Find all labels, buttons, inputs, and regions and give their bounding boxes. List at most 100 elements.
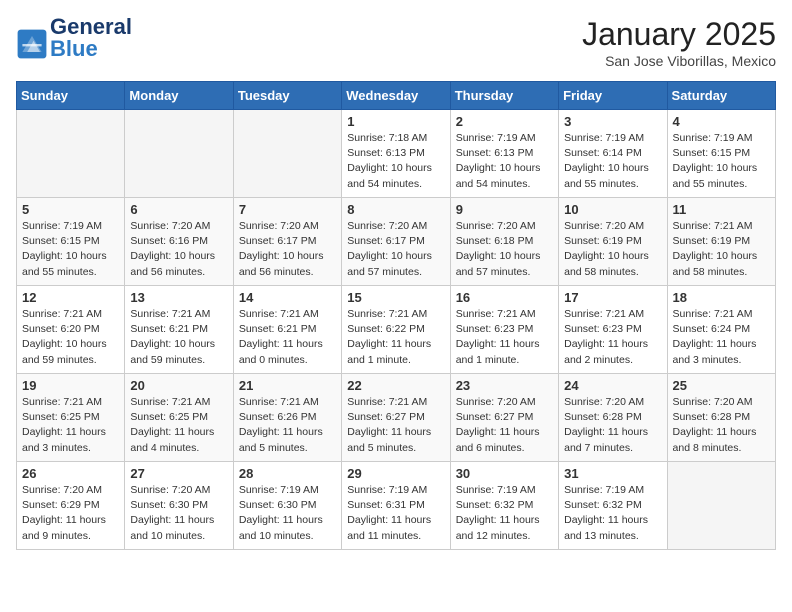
day-number: 5 [22,202,119,217]
day-number: 13 [130,290,227,305]
day-info: Sunrise: 7:21 AM Sunset: 6:25 PM Dayligh… [130,395,227,456]
calendar-cell: 31Sunrise: 7:19 AM Sunset: 6:32 PM Dayli… [559,462,667,550]
calendar-week-row: 19 Sunrise: 7:21 AM Sunset: 6:25 PM Dayli… [17,374,776,462]
day-of-week-header: Thursday [450,82,558,110]
calendar-cell: 2 Sunrise: 7:19 AM Sunset: 6:13 PM Daylig… [450,110,558,198]
calendar-cell: 29Sunrise: 7:19 AM Sunset: 6:31 PM Dayli… [342,462,450,550]
day-of-week-header: Monday [125,82,233,110]
day-number: 21 [239,378,336,393]
day-number: 20 [130,378,227,393]
calendar-cell: 21 Sunrise: 7:21 AM Sunset: 6:26 PM Dayli… [233,374,341,462]
day-number: 27 [130,466,227,481]
day-info: Sunrise: 7:21 AM Sunset: 6:21 PM Dayligh… [239,307,336,368]
day-number: 28 [239,466,336,481]
title-block: January 2025 San Jose Viborillas, Mexico [582,16,776,69]
day-info: Sunrise: 7:20 AM Sunset: 6:19 PM Dayligh… [564,219,661,280]
logo-blue: Blue [50,36,98,61]
calendar-cell: 11Sunrise: 7:21 AM Sunset: 6:19 PM Dayli… [667,198,775,286]
calendar-cell: 17 Sunrise: 7:21 AM Sunset: 6:23 PM Dayli… [559,286,667,374]
day-info: Sunrise: 7:20 AM Sunset: 6:16 PM Dayligh… [130,219,227,280]
calendar-cell: 22 Sunrise: 7:21 AM Sunset: 6:27 PM Dayli… [342,374,450,462]
day-number: 19 [22,378,119,393]
day-number: 23 [456,378,553,393]
day-number: 17 [564,290,661,305]
day-info: Sunrise: 7:20 AM Sunset: 6:28 PM Dayligh… [564,395,661,456]
calendar-cell: 8 Sunrise: 7:20 AM Sunset: 6:17 PM Daylig… [342,198,450,286]
day-info: Sunrise: 7:21 AM Sunset: 6:22 PM Dayligh… [347,307,444,368]
calendar-cell: 4 Sunrise: 7:19 AM Sunset: 6:15 PM Daylig… [667,110,775,198]
month-title: January 2025 [582,16,776,53]
day-info: Sunrise: 7:20 AM Sunset: 6:30 PM Dayligh… [130,483,227,544]
day-info: Sunrise: 7:19 AM Sunset: 6:15 PM Dayligh… [673,131,770,192]
calendar-cell [667,462,775,550]
calendar-cell: 27 Sunrise: 7:20 AM Sunset: 6:30 PM Dayli… [125,462,233,550]
calendar-week-row: 26 Sunrise: 7:20 AM Sunset: 6:29 PM Dayli… [17,462,776,550]
location: San Jose Viborillas, Mexico [582,53,776,69]
calendar-cell: 9 Sunrise: 7:20 AM Sunset: 6:18 PM Daylig… [450,198,558,286]
day-number: 25 [673,378,770,393]
day-number: 24 [564,378,661,393]
day-number: 14 [239,290,336,305]
day-number: 6 [130,202,227,217]
calendar-cell [125,110,233,198]
day-number: 29 [347,466,444,481]
day-info: Sunrise: 7:20 AM Sunset: 6:29 PM Dayligh… [22,483,119,544]
calendar-cell: 12 Sunrise: 7:21 AM Sunset: 6:20 PM Dayli… [17,286,125,374]
day-number: 3 [564,114,661,129]
day-of-week-header: Saturday [667,82,775,110]
calendar-header-row: SundayMondayTuesdayWednesdayThursdayFrid… [17,82,776,110]
calendar-cell: 14 Sunrise: 7:21 AM Sunset: 6:21 PM Dayli… [233,286,341,374]
day-number: 12 [22,290,119,305]
calendar-cell: 13 Sunrise: 7:21 AM Sunset: 6:21 PM Dayli… [125,286,233,374]
day-info: Sunrise: 7:19 AM Sunset: 6:32 PM Dayligh… [456,483,553,544]
day-of-week-header: Tuesday [233,82,341,110]
day-info: Sunrise: 7:21 AM Sunset: 6:19 PM Dayligh… [673,219,770,280]
day-number: 9 [456,202,553,217]
day-number: 16 [456,290,553,305]
day-info: Sunrise: 7:19 AM Sunset: 6:30 PM Dayligh… [239,483,336,544]
calendar-table: SundayMondayTuesdayWednesdayThursdayFrid… [16,81,776,550]
day-number: 10 [564,202,661,217]
day-info: Sunrise: 7:19 AM Sunset: 6:15 PM Dayligh… [22,219,119,280]
day-info: Sunrise: 7:20 AM Sunset: 6:27 PM Dayligh… [456,395,553,456]
calendar-cell: 10 Sunrise: 7:20 AM Sunset: 6:19 PM Dayli… [559,198,667,286]
calendar-cell: 3 Sunrise: 7:19 AM Sunset: 6:14 PM Daylig… [559,110,667,198]
calendar-cell: 15Sunrise: 7:21 AM Sunset: 6:22 PM Dayli… [342,286,450,374]
calendar-cell: 26 Sunrise: 7:20 AM Sunset: 6:29 PM Dayli… [17,462,125,550]
calendar-cell: 20 Sunrise: 7:21 AM Sunset: 6:25 PM Dayli… [125,374,233,462]
calendar-cell: 6 Sunrise: 7:20 AM Sunset: 6:16 PM Daylig… [125,198,233,286]
day-number: 26 [22,466,119,481]
calendar-cell: 24 Sunrise: 7:20 AM Sunset: 6:28 PM Dayli… [559,374,667,462]
day-number: 22 [347,378,444,393]
day-info: Sunrise: 7:20 AM Sunset: 6:18 PM Dayligh… [456,219,553,280]
calendar-week-row: 1 Sunrise: 7:18 AM Sunset: 6:13 PM Daylig… [17,110,776,198]
calendar-cell: 18Sunrise: 7:21 AM Sunset: 6:24 PM Dayli… [667,286,775,374]
calendar-cell: 23 Sunrise: 7:20 AM Sunset: 6:27 PM Dayli… [450,374,558,462]
day-info: Sunrise: 7:20 AM Sunset: 6:17 PM Dayligh… [347,219,444,280]
day-info: Sunrise: 7:19 AM Sunset: 6:14 PM Dayligh… [564,131,661,192]
day-info: Sunrise: 7:21 AM Sunset: 6:25 PM Dayligh… [22,395,119,456]
day-number: 31 [564,466,661,481]
day-info: Sunrise: 7:20 AM Sunset: 6:28 PM Dayligh… [673,395,770,456]
calendar-cell: 30Sunrise: 7:19 AM Sunset: 6:32 PM Dayli… [450,462,558,550]
day-number: 18 [673,290,770,305]
day-info: Sunrise: 7:20 AM Sunset: 6:17 PM Dayligh… [239,219,336,280]
day-info: Sunrise: 7:21 AM Sunset: 6:23 PM Dayligh… [564,307,661,368]
day-number: 4 [673,114,770,129]
day-info: Sunrise: 7:19 AM Sunset: 6:13 PM Dayligh… [456,131,553,192]
calendar-cell: 1 Sunrise: 7:18 AM Sunset: 6:13 PM Daylig… [342,110,450,198]
calendar-cell: 25 Sunrise: 7:20 AM Sunset: 6:28 PM Dayli… [667,374,775,462]
day-of-week-header: Wednesday [342,82,450,110]
calendar-cell: 16Sunrise: 7:21 AM Sunset: 6:23 PM Dayli… [450,286,558,374]
calendar-week-row: 5 Sunrise: 7:19 AM Sunset: 6:15 PM Daylig… [17,198,776,286]
logo-icon [16,28,48,60]
day-info: Sunrise: 7:21 AM Sunset: 6:27 PM Dayligh… [347,395,444,456]
day-number: 2 [456,114,553,129]
day-of-week-header: Friday [559,82,667,110]
day-info: Sunrise: 7:18 AM Sunset: 6:13 PM Dayligh… [347,131,444,192]
day-number: 8 [347,202,444,217]
day-number: 1 [347,114,444,129]
day-info: Sunrise: 7:21 AM Sunset: 6:21 PM Dayligh… [130,307,227,368]
day-info: Sunrise: 7:21 AM Sunset: 6:20 PM Dayligh… [22,307,119,368]
day-info: Sunrise: 7:21 AM Sunset: 6:26 PM Dayligh… [239,395,336,456]
